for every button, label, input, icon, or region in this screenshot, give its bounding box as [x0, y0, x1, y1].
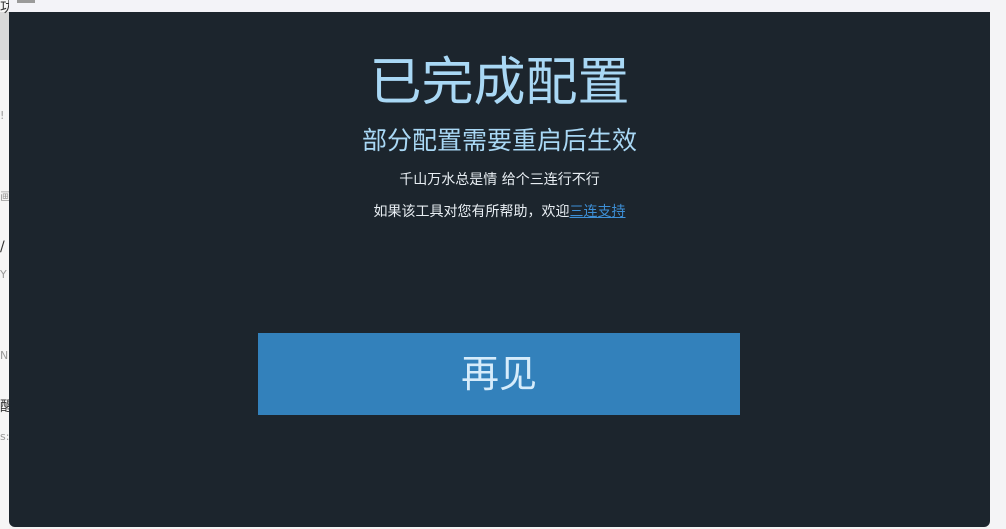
background-text-fragment: ! — [0, 109, 5, 122]
background-left-strip — [0, 0, 9, 529]
completion-dialog: 已完成配置 部分配置需要重启后生效 千山万水总是情 给个三连行不行 如果该工具对… — [9, 12, 990, 527]
dialog-note-line1: 千山万水总是情 给个三连行不行 — [399, 172, 600, 188]
window-top-mark — [17, 0, 35, 3]
background-text-fragment: / — [0, 239, 5, 255]
dialog-note-line2: 如果该工具对您有所帮助，欢迎三连支持 — [9, 202, 990, 222]
support-link[interactable]: 三连支持 — [570, 204, 626, 220]
window-top-bar — [9, 0, 990, 12]
background-left-highlight — [0, 12, 9, 60]
goodbye-button[interactable]: 再见 — [258, 333, 740, 415]
background-text-fragment: Y — [0, 268, 7, 281]
dialog-title: 已完成配置 — [369, 53, 630, 113]
support-message-text: 如果该工具对您有所帮助，欢迎 — [373, 204, 570, 220]
dialog-subtitle: 部分配置需要重启后生效 — [361, 126, 637, 155]
background-text-fragment: N — [0, 349, 9, 362]
background-right-edge — [990, 0, 1006, 529]
